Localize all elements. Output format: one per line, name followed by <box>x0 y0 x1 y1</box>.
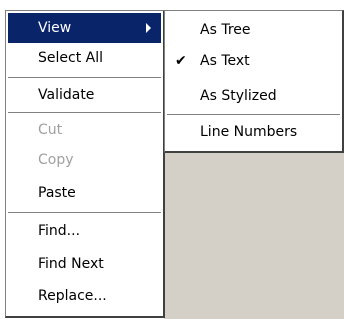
submenu-item-line-numbers[interactable]: Line Numbers <box>167 117 340 147</box>
menu-item-find[interactable]: Find... <box>8 216 161 246</box>
menu-item-find-next[interactable]: Find Next <box>8 249 161 279</box>
menu-item-label: Replace... <box>38 288 107 304</box>
menu-item-view[interactable]: View <box>8 13 161 43</box>
view-submenu: As Tree ✔ As Text As Stylized Line Numbe… <box>164 10 344 153</box>
menu-separator <box>8 77 161 79</box>
menu-item-label: Cut <box>38 122 63 138</box>
checkmark-icon: ✔ <box>175 53 187 69</box>
menu-item-label: Select All <box>38 50 103 66</box>
menu-item-validate[interactable]: Validate <box>8 80 161 110</box>
submenu-arrow-icon <box>146 23 151 33</box>
menu-item-cut[interactable]: Cut <box>8 115 161 145</box>
submenu-item-as-text[interactable]: ✔ As Text <box>167 46 340 76</box>
menu-item-label: As Stylized <box>200 88 277 104</box>
menu-item-label: Find Next <box>38 256 104 272</box>
menu-item-label: Paste <box>38 185 76 201</box>
menu-item-label: Validate <box>38 87 95 103</box>
menu-item-select-all[interactable]: Select All <box>8 43 161 73</box>
menu-item-label: Find... <box>38 223 81 239</box>
menu-item-label: View <box>38 20 72 36</box>
menu-item-label: As Tree <box>200 22 251 38</box>
application-background <box>164 152 344 319</box>
menu-item-copy[interactable]: Copy <box>8 145 161 175</box>
menu-separator <box>8 112 161 114</box>
menu-item-label: Line Numbers <box>200 124 298 140</box>
menu-item-replace[interactable]: Replace... <box>8 281 161 311</box>
menu-separator <box>167 114 340 116</box>
submenu-item-as-stylized[interactable]: As Stylized <box>167 81 340 111</box>
menu-item-paste[interactable]: Paste <box>8 178 161 208</box>
menu-separator <box>8 212 161 214</box>
menu-item-label: As Text <box>200 53 250 69</box>
context-menu: View Select All Validate Cut Copy Paste … <box>5 10 165 318</box>
submenu-item-as-tree[interactable]: As Tree <box>167 15 340 45</box>
menu-item-label: Copy <box>38 152 74 168</box>
